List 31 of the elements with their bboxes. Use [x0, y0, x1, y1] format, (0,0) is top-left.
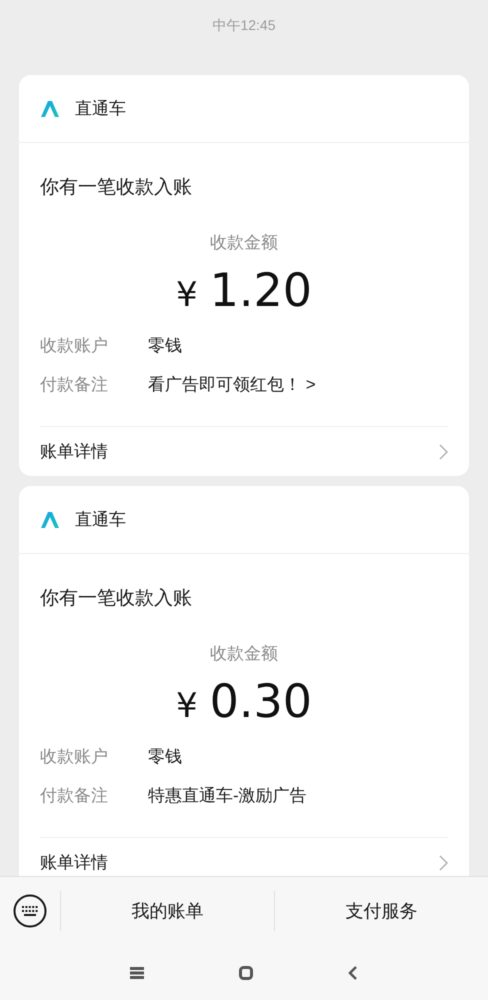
chevron-right-icon [439, 854, 448, 870]
field-value: 零钱 [148, 746, 182, 768]
logo-icon [41, 512, 59, 528]
currency-symbol: ¥ [176, 278, 198, 312]
field-value: 看广告即可领红包！ > [148, 374, 316, 396]
app-name: 直通车 [75, 508, 126, 531]
field-label: 付款备注 [40, 785, 109, 807]
amount: 1.20 [210, 267, 312, 313]
message-title: 你有一笔收款入账 [40, 589, 193, 608]
keyboard-icon[interactable] [13, 894, 47, 928]
home-icon[interactable] [239, 966, 253, 980]
amount-label: 收款金额 [210, 234, 278, 251]
menu-icon[interactable] [130, 966, 144, 978]
amount: 0.30 [210, 678, 312, 724]
field-value: 零钱 [148, 335, 182, 357]
amount-label: 收款金额 [210, 645, 278, 662]
chevron-right-icon [439, 444, 448, 460]
field-value: 特惠直通车-激励广告 [148, 785, 307, 807]
back-icon[interactable] [348, 966, 358, 980]
menu-button[interactable]: 支付服务 [274, 891, 488, 931]
message-title: 你有一笔收款入账 [40, 178, 193, 197]
currency-symbol: ¥ [176, 689, 198, 723]
timestamp: 中午12:45 [212, 16, 276, 35]
field-label: 收款账户 [40, 746, 109, 768]
field-label: 付款备注 [40, 374, 109, 396]
bill-details-link[interactable]: 账单详情 [40, 850, 108, 876]
bill-details-link[interactable]: 账单详情 [40, 438, 108, 464]
menu-button[interactable]: 我的账单 [60, 891, 274, 931]
app-name: 直通车 [75, 98, 126, 120]
field-label: 收款账户 [40, 335, 109, 357]
logo-icon [41, 100, 59, 116]
